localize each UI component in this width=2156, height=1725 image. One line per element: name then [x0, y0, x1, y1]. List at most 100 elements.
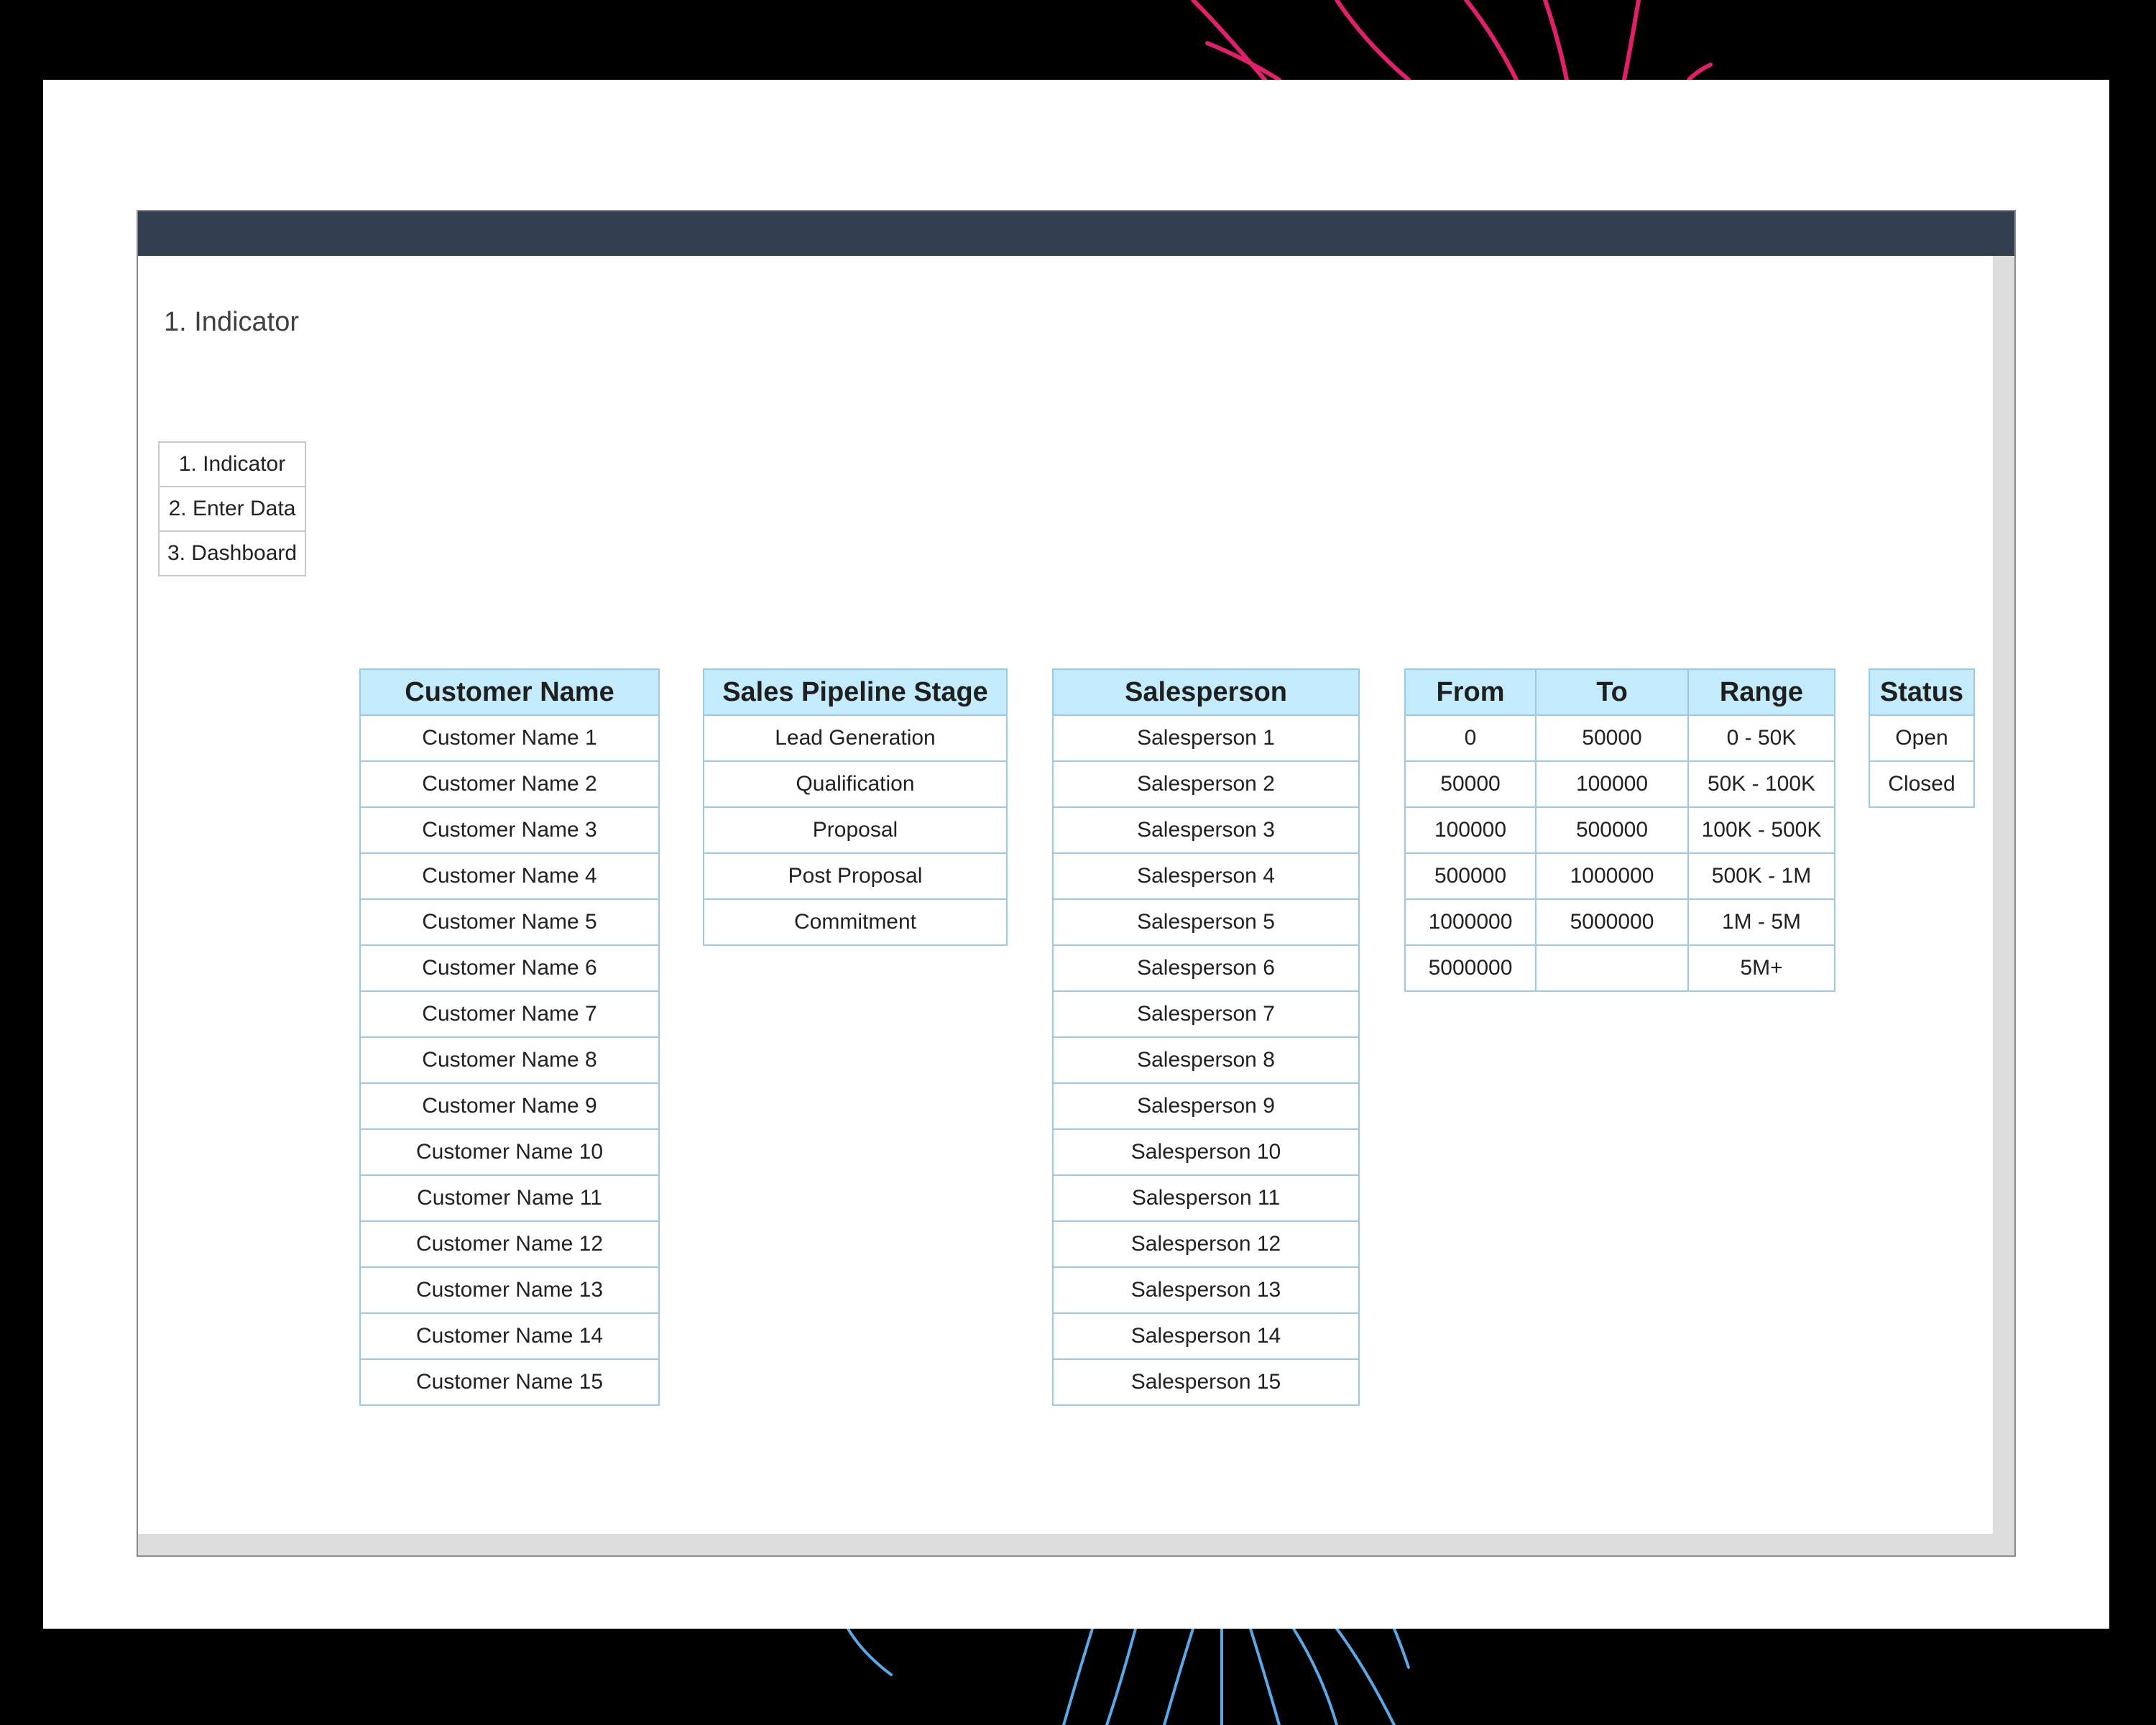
table-row: Salesperson 4 — [1052, 852, 1360, 900]
table-cell[interactable]: Salesperson 8 — [1052, 1036, 1360, 1084]
table-cell[interactable]: Closed — [1869, 760, 1975, 808]
table-cell[interactable]: 100000 — [1535, 760, 1689, 808]
table-row: Customer Name 3 — [359, 806, 660, 854]
nav-item-enter-data[interactable]: 2. Enter Data — [158, 486, 306, 532]
table-row: Qualification — [703, 760, 1008, 808]
table-cell[interactable]: Post Proposal — [703, 852, 1008, 900]
table-row: Salesperson 7 — [1052, 990, 1360, 1038]
table-cell[interactable]: Salesperson 4 — [1052, 852, 1360, 900]
table-cell[interactable] — [1535, 944, 1689, 992]
table-cell[interactable]: Salesperson 3 — [1052, 806, 1360, 854]
table-cell[interactable]: Customer Name 10 — [359, 1128, 660, 1176]
table-cell[interactable]: 500000 — [1535, 806, 1689, 854]
table-row: Customer Name 14 — [359, 1312, 660, 1360]
table-cell[interactable]: 1000000 — [1535, 852, 1689, 900]
table-cell[interactable]: Salesperson 5 — [1052, 898, 1360, 946]
table-cell[interactable]: Salesperson 13 — [1052, 1266, 1360, 1314]
table-cell[interactable]: 50000 — [1535, 714, 1689, 762]
column-header: Salesperson — [1052, 668, 1360, 716]
table-row: Salesperson 12 — [1052, 1220, 1360, 1268]
table-cell[interactable]: 50000 — [1404, 760, 1537, 808]
table-cell[interactable]: Customer Name 4 — [359, 852, 660, 900]
table-cell[interactable]: Customer Name 3 — [359, 806, 660, 854]
salesperson-list: Salesperson Salesperson 1 Salesperson 2 Sa… — [1052, 668, 1360, 1406]
table-row: Customer Name 11 — [359, 1174, 660, 1222]
nav-item-indicator[interactable]: 1. Indicator — [158, 441, 306, 487]
table-row: Customer Name 13 — [359, 1266, 660, 1314]
table-row: Customer Name 7 — [359, 990, 660, 1038]
table-cell[interactable]: 500000 — [1404, 852, 1537, 900]
value-range-table: From To Range 0 50000 0 - 50K 50000 100000 50K … — [1404, 668, 1835, 992]
table-cell[interactable]: Salesperson 9 — [1052, 1082, 1360, 1130]
table-row: Salesperson 5 — [1052, 898, 1360, 946]
table-cell[interactable]: Commitment — [703, 898, 1008, 946]
table-cell[interactable]: 5000000 — [1535, 898, 1689, 946]
spreadsheet-window: 1. Indicator 1. Indicator 2. Enter Data … — [137, 210, 2016, 1557]
table-cell[interactable]: 0 - 50K — [1687, 714, 1835, 762]
table-row: Salesperson 6 — [1052, 944, 1360, 992]
table-cell[interactable]: Proposal — [703, 806, 1008, 854]
table-cell[interactable]: Customer Name 9 — [359, 1082, 660, 1130]
table-row: Customer Name 9 — [359, 1082, 660, 1130]
table-cell[interactable]: Customer Name 15 — [359, 1358, 660, 1406]
table-row: 500000 1000000 500K - 1M — [1404, 852, 1835, 900]
table-cell[interactable]: Salesperson 15 — [1052, 1358, 1360, 1406]
table-row: Salesperson 10 — [1052, 1128, 1360, 1176]
table-row: Customer Name 5 — [359, 898, 660, 946]
table-cell[interactable]: 5M+ — [1687, 944, 1835, 992]
table-row: Customer Name 1 — [359, 714, 660, 762]
table-row: Customer Name 12 — [359, 1220, 660, 1268]
table-cell[interactable]: Lead Generation — [703, 714, 1008, 762]
table-cell[interactable]: 1000000 — [1404, 898, 1537, 946]
table-cell[interactable]: 50K - 100K — [1687, 760, 1835, 808]
table-cell[interactable]: 0 — [1404, 714, 1537, 762]
table-cell[interactable]: 5000000 — [1404, 944, 1537, 992]
table-cell[interactable]: Customer Name 13 — [359, 1266, 660, 1314]
table-row: Customer Name 6 — [359, 944, 660, 992]
table-row: 100000 500000 100K - 500K — [1404, 806, 1835, 854]
table-cell[interactable]: 100K - 500K — [1687, 806, 1835, 854]
table-row: 50000 100000 50K - 100K — [1404, 760, 1835, 808]
column-header: Status — [1869, 668, 1975, 716]
table-cell[interactable]: Customer Name 2 — [359, 760, 660, 808]
table-cell[interactable]: Salesperson 10 — [1052, 1128, 1360, 1176]
table-row: Salesperson 3 — [1052, 806, 1360, 854]
table-cell[interactable]: 500K - 1M — [1687, 852, 1835, 900]
table-cell[interactable]: Salesperson 12 — [1052, 1220, 1360, 1268]
horizontal-scrollbar[interactable] — [138, 1534, 2014, 1555]
table-cell[interactable]: Customer Name 12 — [359, 1220, 660, 1268]
table-row: Salesperson 13 — [1052, 1266, 1360, 1314]
table-cell[interactable]: Salesperson 11 — [1052, 1174, 1360, 1222]
table-cell[interactable]: Customer Name 14 — [359, 1312, 660, 1360]
table-cell[interactable]: Customer Name 11 — [359, 1174, 660, 1222]
table-row: 1000000 5000000 1M - 5M — [1404, 898, 1835, 946]
table-cell[interactable]: 1M - 5M — [1687, 898, 1835, 946]
table-cell[interactable]: Customer Name 1 — [359, 714, 660, 762]
table-cell[interactable]: Salesperson 14 — [1052, 1312, 1360, 1360]
table-cell[interactable]: Qualification — [703, 760, 1008, 808]
nav-item-dashboard[interactable]: 3. Dashboard — [158, 530, 306, 576]
table-row: Customer Name 10 — [359, 1128, 660, 1176]
table-row: 5000000 5M+ — [1404, 944, 1835, 992]
table-row: Salesperson 15 — [1052, 1358, 1360, 1406]
table-cell[interactable]: Customer Name 6 — [359, 944, 660, 992]
sheet-header-bar — [138, 211, 2014, 256]
table-row: Closed — [1869, 760, 1975, 808]
table-cell[interactable]: Salesperson 7 — [1052, 990, 1360, 1038]
table-cell[interactable]: Salesperson 2 — [1052, 760, 1360, 808]
table-row: Salesperson 8 — [1052, 1036, 1360, 1084]
table-cell[interactable]: Customer Name 7 — [359, 990, 660, 1038]
table-row: Commitment — [703, 898, 1008, 946]
table-row: Salesperson 9 — [1052, 1082, 1360, 1130]
table-cell[interactable]: Salesperson 1 — [1052, 714, 1360, 762]
table-cell[interactable]: Customer Name 8 — [359, 1036, 660, 1084]
table-row: Proposal — [703, 806, 1008, 854]
table-row: Customer Name 2 — [359, 760, 660, 808]
table-cell[interactable]: 100000 — [1404, 806, 1537, 854]
table-row: Customer Name 15 — [359, 1358, 660, 1406]
table-cell[interactable]: Salesperson 6 — [1052, 944, 1360, 992]
table-cell[interactable]: Customer Name 5 — [359, 898, 660, 946]
vertical-scrollbar[interactable] — [1993, 256, 2014, 1555]
table-cell[interactable]: Open — [1869, 714, 1975, 762]
table-row: Salesperson 14 — [1052, 1312, 1360, 1360]
